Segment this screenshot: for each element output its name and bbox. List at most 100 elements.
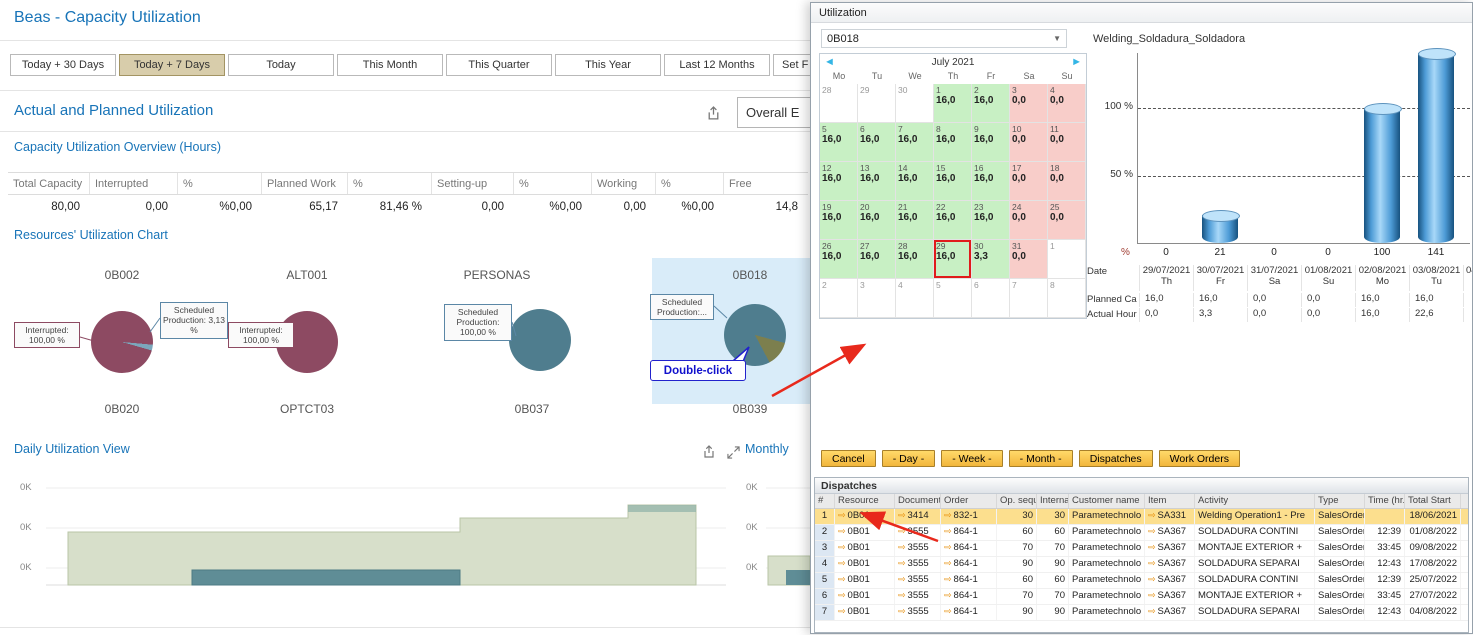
dispatch-row[interactable]: 1⇨0B01⇨3414⇨832-13030Parametechnolo⇨SA33… [815,509,1468,525]
calendar-day-cell[interactable]: 916,0 [972,123,1010,162]
link-arrow-icon[interactable]: ⇨ [838,526,846,536]
link-arrow-icon[interactable]: ⇨ [944,526,952,536]
calendar-day-cell[interactable]: 4 [896,279,934,318]
link-arrow-icon[interactable]: ⇨ [944,542,952,552]
calendar-day-cell[interactable]: 29 [858,84,896,123]
calendar-day-cell[interactable]: 2916,0 [934,240,972,279]
filter-button-this-year[interactable]: This Year [555,54,661,76]
calendar-day-cell[interactable]: 5 [934,279,972,318]
dispatch-row[interactable]: 4⇨0B01⇨3555⇨864-19090Parametechnolo⇨SA36… [815,557,1468,573]
pie-chart-PERSONAS[interactable] [509,309,571,371]
link-arrow-icon[interactable]: ⇨ [944,574,952,584]
filter-button-today-7-days[interactable]: Today + 7 Days [119,54,225,76]
calendar-day-cell[interactable]: 1516,0 [934,162,972,201]
calendar-day-cell[interactable]: 216,0 [972,84,1010,123]
calendar-day-cell[interactable]: 6 [972,279,1010,318]
calendar-day-cell[interactable]: 170,0 [1010,162,1048,201]
calendar-day-cell[interactable]: 2116,0 [896,201,934,240]
filter-button-this-month[interactable]: This Month [337,54,443,76]
calendar-day-cell[interactable]: 2616,0 [820,240,858,279]
link-arrow-icon[interactable]: ⇨ [898,510,906,520]
link-arrow-icon[interactable]: ⇨ [898,574,906,584]
calendar-day-cell[interactable]: 516,0 [820,123,858,162]
link-arrow-icon[interactable]: ⇨ [838,542,846,552]
link-arrow-icon[interactable]: ⇨ [898,590,906,600]
link-arrow-icon[interactable]: ⇨ [1148,510,1156,520]
link-arrow-icon[interactable]: ⇨ [838,558,846,568]
calendar-day-cell[interactable]: 116,0 [934,84,972,123]
calendar-day-cell[interactable]: 1616,0 [972,162,1010,201]
calendar-day-cell[interactable]: 7 [1010,279,1048,318]
calendar-day-cell[interactable]: 1316,0 [858,162,896,201]
link-arrow-icon[interactable]: ⇨ [898,606,906,616]
export-icon[interactable] [704,104,722,122]
expand-icon[interactable] [724,443,742,461]
dispatch-row[interactable]: 2⇨0B01⇨3555⇨864-16060Parametechnolo⇨SA36… [815,525,1468,541]
calendar-next-icon[interactable]: ► [1071,57,1082,68]
calendar-day-cell[interactable]: 616,0 [858,123,896,162]
pie-chart-0B018[interactable] [724,304,786,366]
calendar-day-cell[interactable]: 2716,0 [858,240,896,279]
window-titlebar[interactable]: Utilization [811,3,1472,23]
link-arrow-icon[interactable]: ⇨ [838,606,846,616]
pie-chart-0B002[interactable] [91,311,153,373]
link-arrow-icon[interactable]: ⇨ [1148,526,1156,536]
calendar-day-cell[interactable]: 816,0 [934,123,972,162]
calendar-day-cell[interactable]: 1216,0 [820,162,858,201]
calendar-day-cell[interactable]: 100,0 [1010,123,1048,162]
link-arrow-icon[interactable]: ⇨ [1148,574,1156,584]
calendar-day-cell[interactable]: 3 [858,279,896,318]
link-arrow-icon[interactable]: ⇨ [898,526,906,536]
button-cancel[interactable]: Cancel [821,450,876,467]
calendar-day-cell[interactable]: 2816,0 [896,240,934,279]
link-arrow-icon[interactable]: ⇨ [944,590,952,600]
link-arrow-icon[interactable]: ⇨ [1148,590,1156,600]
calendar-day-cell[interactable]: 2316,0 [972,201,1010,240]
link-arrow-icon[interactable]: ⇨ [1148,542,1156,552]
link-arrow-icon[interactable]: ⇨ [1148,558,1156,568]
calendar-day-cell[interactable]: 2216,0 [934,201,972,240]
link-arrow-icon[interactable]: ⇨ [838,590,846,600]
button-week[interactable]: - Week - [941,450,1002,467]
calendar-prev-icon[interactable]: ◄ [824,57,835,68]
calendar-day-cell[interactable]: 30 [896,84,934,123]
link-arrow-icon[interactable]: ⇨ [944,510,952,520]
calendar-day-cell[interactable]: 716,0 [896,123,934,162]
calendar-day-cell[interactable]: 1 [1048,240,1086,279]
link-arrow-icon[interactable]: ⇨ [838,510,846,520]
calendar-day-cell[interactable]: 30,0 [1010,84,1048,123]
filter-button-today[interactable]: Today [228,54,334,76]
link-arrow-icon[interactable]: ⇨ [898,542,906,552]
link-arrow-icon[interactable]: ⇨ [898,558,906,568]
calendar-day-cell[interactable]: 1416,0 [896,162,934,201]
dispatch-row[interactable]: 3⇨0B01⇨3555⇨864-17070Parametechnolo⇨SA36… [815,541,1468,557]
calendar-day-cell[interactable]: 250,0 [1048,201,1086,240]
calendar-day-cell[interactable]: 240,0 [1010,201,1048,240]
filter-button-last-12-months[interactable]: Last 12 Months [664,54,770,76]
link-arrow-icon[interactable]: ⇨ [1148,606,1156,616]
calendar-day-cell[interactable]: 110,0 [1048,123,1086,162]
resource-selector[interactable]: 0B018 ▼ [821,29,1067,48]
calendar-day-cell[interactable]: 40,0 [1048,84,1086,123]
button-work-orders[interactable]: Work Orders [1159,450,1240,467]
calendar-day-cell[interactable]: 2 [820,279,858,318]
calendar-day-cell[interactable]: 180,0 [1048,162,1086,201]
link-arrow-icon[interactable]: ⇨ [944,606,952,616]
filter-button-today-30-days[interactable]: Today + 30 Days [10,54,116,76]
calendar-day-cell[interactable]: 8 [1048,279,1086,318]
calendar-day-cell[interactable]: 2016,0 [858,201,896,240]
button-dispatches[interactable]: Dispatches [1079,450,1153,467]
calendar-day-cell[interactable]: 1916,0 [820,201,858,240]
dispatch-row[interactable]: 5⇨0B01⇨3555⇨864-16060Parametechnolo⇨SA36… [815,573,1468,589]
link-arrow-icon[interactable]: ⇨ [838,574,846,584]
filter-button-this-quarter[interactable]: This Quarter [446,54,552,76]
dispatch-row[interactable]: 6⇨0B01⇨3555⇨864-17070Parametechnolo⇨SA36… [815,589,1468,605]
calendar-day-cell[interactable]: 28 [820,84,858,123]
link-arrow-icon[interactable]: ⇨ [944,558,952,568]
calendar-day-cell[interactable]: 303,3 [972,240,1010,279]
export-icon[interactable] [700,443,718,461]
button-month[interactable]: - Month - [1009,450,1073,467]
calendar-day-cell[interactable]: 310,0 [1010,240,1048,279]
dispatch-row[interactable]: 7⇨0B01⇨3555⇨864-19090Parametechnolo⇨SA36… [815,605,1468,621]
button-day[interactable]: - Day - [882,450,936,467]
